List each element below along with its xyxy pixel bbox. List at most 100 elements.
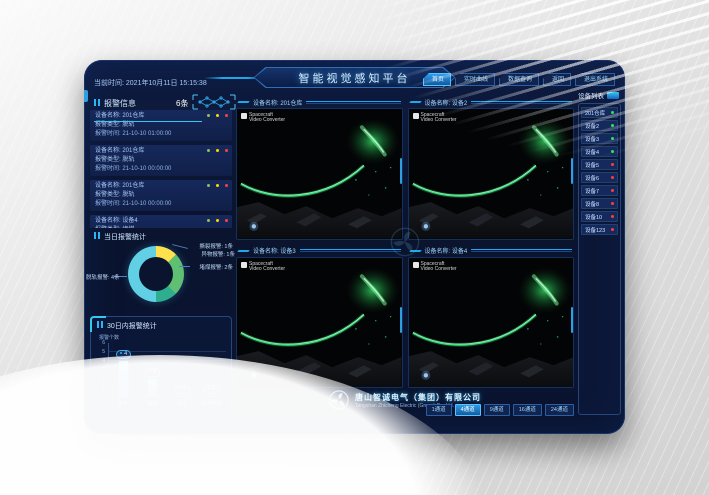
donut-leader-line — [172, 244, 188, 249]
bar-chart-xlabels: 脱轨堵煤异物纵向撕裂 — [108, 400, 226, 407]
bar-value-badge: 0 — [175, 385, 190, 394]
device-list-item[interactable]: 设备2 — [581, 120, 618, 131]
title-line-decor — [300, 249, 401, 252]
nav-button-label: 实时曲线 — [464, 77, 488, 83]
donut-segment-label: 异物报警: 1条 — [201, 250, 235, 258]
watermark-icon — [413, 262, 419, 268]
alarm-card[interactable]: 设备名称: 201仓库 报警类型: 脱轨 报警时间: 21-10-10 01:0… — [90, 110, 232, 141]
status-dots — [207, 219, 228, 222]
status-dots — [207, 114, 228, 117]
daily-alarm-donut-chart: 脱轨报警: 4条堵煤报警: 2条异物报警: 1条撕裂报警: 1条 — [88, 242, 234, 308]
monthly-stats-title: 30日内报警统计 — [97, 321, 157, 331]
device-list-item[interactable]: 设备4 — [581, 146, 618, 157]
status-dots — [207, 149, 228, 152]
nav-button[interactable]: 返回 — [543, 73, 571, 86]
video-feed[interactable]: Spacecraft Video Converter — [236, 257, 403, 389]
device-status-dot — [611, 176, 614, 179]
bar-group: 0 — [198, 343, 224, 396]
device-name: 设备2 — [585, 122, 599, 130]
video-grid: 设备名称: 201仓库 — [236, 96, 574, 388]
device-list-item[interactable]: 设备123 — [581, 224, 618, 235]
alarm-card[interactable]: 设备名称: 201仓库 报警类型: 脱轨 报警时间: 21-10-10 00:0… — [90, 180, 232, 211]
watermark-line2: Video Converter — [249, 267, 285, 272]
device-list: 201仓库 设备2 设备3 设备4 设备5 设备6 设备7 设备8 设备10 设… — [578, 103, 621, 415]
video-watermark: Spacecraft Video Converter — [241, 113, 285, 123]
bar-category-label: 堵煤 — [139, 400, 165, 407]
device-name: 设备123 — [585, 226, 605, 234]
video-scene — [409, 109, 574, 239]
alarm-card[interactable]: 设备名称: 设备4 报警类型: 堵煤 报警时间: 21-10-10 00:00:… — [90, 215, 232, 228]
nav-button[interactable]: 实时曲线 — [455, 73, 495, 86]
bar-group: 0 — [169, 343, 195, 396]
title-slash-decor — [409, 250, 421, 252]
device-name: 设备10 — [585, 213, 602, 221]
video-feed[interactable]: Spacecraft Video Converter — [408, 108, 575, 240]
channel-button-label: 9通道 — [490, 407, 504, 413]
donut-segment-label: 堵煤报警: 2条 — [199, 263, 233, 271]
channel-button[interactable]: 9通道 — [484, 404, 510, 416]
company-logo-icon — [329, 390, 349, 410]
donut-segment-label: 脱轨报警: 4条 — [86, 273, 120, 281]
edge-accent-chip — [84, 90, 88, 102]
watermark-line2: Video Converter — [421, 118, 457, 123]
channel-button-label: 4通道 — [461, 407, 475, 413]
video-scene — [409, 258, 574, 388]
nav-button-label: 数据查询 — [508, 77, 532, 83]
channel-button[interactable]: 1通道 — [426, 404, 452, 416]
device-name: 设备3 — [585, 135, 599, 143]
bar-value-badge: 4 — [116, 350, 131, 359]
alarm-type-line: 报警类型: 脱轨 — [95, 121, 227, 130]
device-list-item[interactable]: 设备8 — [581, 198, 618, 209]
alarm-time-line: 报警时间: 21-10-10 00:00:00 — [95, 200, 227, 209]
watermark-icon — [413, 113, 419, 119]
title-slash-decor — [409, 101, 421, 103]
video-panel: 设备名称: 设备2 — [408, 96, 575, 240]
monthly-bar-chart: 4 2 0 0 — [108, 343, 226, 397]
watermark-line2: Video Converter — [421, 267, 457, 272]
channel-button[interactable]: 4通道 — [455, 404, 481, 416]
bar-category-label: 异物 — [169, 400, 195, 407]
device-list-item[interactable]: 设备5 — [581, 159, 618, 170]
donut-ring — [128, 246, 184, 302]
device-list-item[interactable]: 设备10 — [581, 211, 618, 222]
video-feed[interactable]: Spacecraft Video Converter — [408, 257, 575, 389]
video-watermark: Spacecraft Video Converter — [413, 113, 457, 123]
y-tick-label: 0 — [93, 394, 105, 400]
device-list-item[interactable]: 设备6 — [581, 172, 618, 183]
video-panel-title: 设备名称: 设备3 — [253, 246, 296, 255]
video-panel-title-bar: 设备名称: 设备4 — [408, 245, 575, 257]
device-name: 设备4 — [585, 148, 599, 156]
device-status-dot — [611, 124, 614, 127]
video-feed[interactable]: Spacecraft Video Converter — [236, 108, 403, 240]
alarm-list: 设备名称: 201仓库 报警类型: 脱轨 报警时间: 21-10-10 01:0… — [90, 110, 232, 228]
dashboard-panel: 当前时间: 2021年10月11日 15:15:38 智能视觉感知平台 首页 实… — [84, 60, 625, 434]
channel-button-label: 1通道 — [432, 407, 446, 413]
monthly-stats-panel: 30日内报警统计 报警个数 6543210 4 2 0 0 脱轨堵煤异物纵向撕裂 — [90, 316, 232, 416]
title-line-decor — [471, 101, 572, 104]
device-list-item[interactable]: 设备7 — [581, 185, 618, 196]
alarm-card[interactable]: 设备名称: 201仓库 报警类型: 脱轨 报警时间: 21-10-10 00:0… — [90, 145, 232, 176]
daily-stats-title: 当日报警统计 — [94, 232, 146, 242]
device-list-action-button[interactable] — [607, 92, 619, 99]
nav-button[interactable]: 退出系统 — [575, 73, 615, 86]
device-status-dot — [611, 137, 614, 140]
nav-button[interactable]: 数据查询 — [499, 73, 539, 86]
video-watermark: Spacecraft Video Converter — [413, 262, 457, 272]
video-panel: 设备名称: 设备3 — [236, 245, 403, 389]
device-list-item[interactable]: 201仓库 — [581, 107, 618, 118]
y-tick-label: 6 — [93, 340, 105, 346]
device-status-dot — [611, 215, 614, 218]
device-status-dot — [611, 228, 614, 231]
nav-button[interactable]: 首页 — [423, 73, 451, 86]
channel-button[interactable]: 24通道 — [545, 404, 574, 416]
alarm-type-line: 报警类型: 堵煤 — [95, 226, 227, 228]
channel-buttons: 1通道 4通道 9通道 16通道 24通道 — [426, 404, 574, 416]
nav-button-label: 首页 — [432, 77, 444, 83]
screen: 唐山智诚电气（集团）有限公司 当前时间: 2021年10月11日 15:15:3… — [0, 0, 709, 495]
y-tick-label: 4 — [93, 358, 105, 364]
device-status-dot — [611, 163, 614, 166]
bar-category-label: 纵向撕裂 — [198, 400, 224, 407]
device-list-item[interactable]: 设备3 — [581, 133, 618, 144]
device-list-panel: 设备列表 201仓库 设备2 设备3 设备4 设备5 设备6 设备7 设备8 设… — [578, 90, 621, 420]
channel-button[interactable]: 16通道 — [513, 404, 542, 416]
